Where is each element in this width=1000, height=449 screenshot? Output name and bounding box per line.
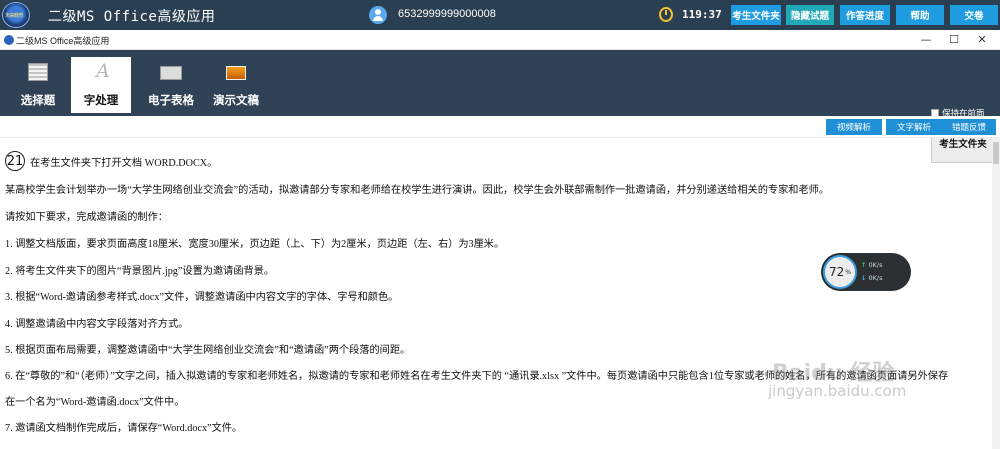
question-content: 21 在考生文件夹下打开文档 WORD.DOCX。 某高校学生会计划举办一场“大… xyxy=(0,138,993,449)
question-paragraph: 1. 调整文档版面，要求页面高度18厘米、宽度30厘米，页边距（上、下）为2厘米… xyxy=(5,239,505,250)
window-titlebar: 二级MS Office高级应用 — ☐ ✕ xyxy=(0,30,1000,50)
progress-button[interactable]: 作答进度 xyxy=(840,5,890,25)
close-button[interactable]: ✕ xyxy=(975,33,989,47)
word-icon: A xyxy=(96,60,110,82)
submit-button[interactable]: 交卷 xyxy=(950,5,998,25)
tab-word[interactable]: A 字处理 xyxy=(71,57,131,113)
tab-choice[interactable]: 选择题 xyxy=(8,57,68,113)
maximize-button[interactable]: ☐ xyxy=(947,33,961,47)
speed-widget[interactable]: 72% ↑ 0K/s ↓ 0K/s xyxy=(821,253,911,291)
text-analysis-button[interactable]: 文字解析 xyxy=(886,119,942,135)
question-type-tabs: 选择题 A 字处理 电子表格 演示文稿 保持在前面 考生文件夹 xyxy=(0,50,1000,163)
question-paragraph: 5. 根据页面布局需要，调整邀请函中“大学生网络创业交流会”和“邀请函”两个段落… xyxy=(5,345,411,356)
download-speed: ↓ 0K/s xyxy=(861,274,883,282)
question-number: 21 xyxy=(5,151,25,171)
question-paragraph: 3. 根据“Word-邀请函参考样式.docx”文件，调整邀请函中内容文字的字体… xyxy=(5,292,399,303)
window-icon xyxy=(4,35,14,45)
speed-gauge: 72% xyxy=(823,255,857,289)
exam-topbar: 未来教育 二级MS Office高级应用 6532999999000008 11… xyxy=(0,0,1000,30)
question-instruction: 在考生文件夹下打开文档 WORD.DOCX。 xyxy=(30,158,218,169)
help-button[interactable]: 帮助 xyxy=(896,5,944,25)
hide-question-button[interactable]: 隐藏试题 xyxy=(786,5,834,25)
watermark-url: jingyan.baidu.com xyxy=(768,382,907,400)
spreadsheet-icon xyxy=(160,66,182,80)
tab-spreadsheet[interactable]: 电子表格 xyxy=(136,57,206,113)
window-title: 二级MS Office高级应用 xyxy=(16,36,110,46)
analysis-toolbar: 视频解析 文字解析 错题反馈 xyxy=(0,116,1000,138)
question-paragraph: 2. 将考生文件夹下的图片“背景图片.jpg”设置为邀请函背景。 xyxy=(5,266,275,277)
app-logo: 未来教育 xyxy=(2,2,30,28)
video-analysis-button[interactable]: 视频解析 xyxy=(826,119,882,135)
question-paragraph: 某高校学生会计划举办一场“大学生网络创业交流会”的活动，拟邀请部分专家和老师给在… xyxy=(5,185,830,196)
timer: 119:37 xyxy=(682,8,722,21)
question-paragraph: 在一个名为“Word-邀请函.docx”文件中。 xyxy=(5,397,185,408)
student-folder-button[interactable]: 考生文件夹 xyxy=(731,5,781,25)
exam-id: 6532999999000008 xyxy=(398,8,496,20)
clock-icon xyxy=(659,7,673,22)
upload-speed: ↑ 0K/s xyxy=(861,261,883,269)
scrollbar-thumb[interactable] xyxy=(993,142,999,164)
exam-title: 二级MS Office高级应用 xyxy=(48,9,216,25)
minimize-button[interactable]: — xyxy=(919,33,933,47)
question-paragraph: 7. 邀请函文档制作完成后，请保存“Word.docx”文件。 xyxy=(5,423,243,434)
tab-presentation[interactable]: 演示文稿 xyxy=(206,57,266,113)
presentation-icon xyxy=(226,66,246,80)
list-icon xyxy=(28,63,48,81)
error-feedback-button[interactable]: 错题反馈 xyxy=(942,119,996,135)
content-scrollbar[interactable] xyxy=(992,138,1000,449)
user-icon xyxy=(369,6,387,24)
question-paragraph: 请按如下要求，完成邀请函的制作： xyxy=(5,212,168,223)
question-paragraph: 4. 调整邀请函中内容文字段落对齐方式。 xyxy=(5,319,189,330)
